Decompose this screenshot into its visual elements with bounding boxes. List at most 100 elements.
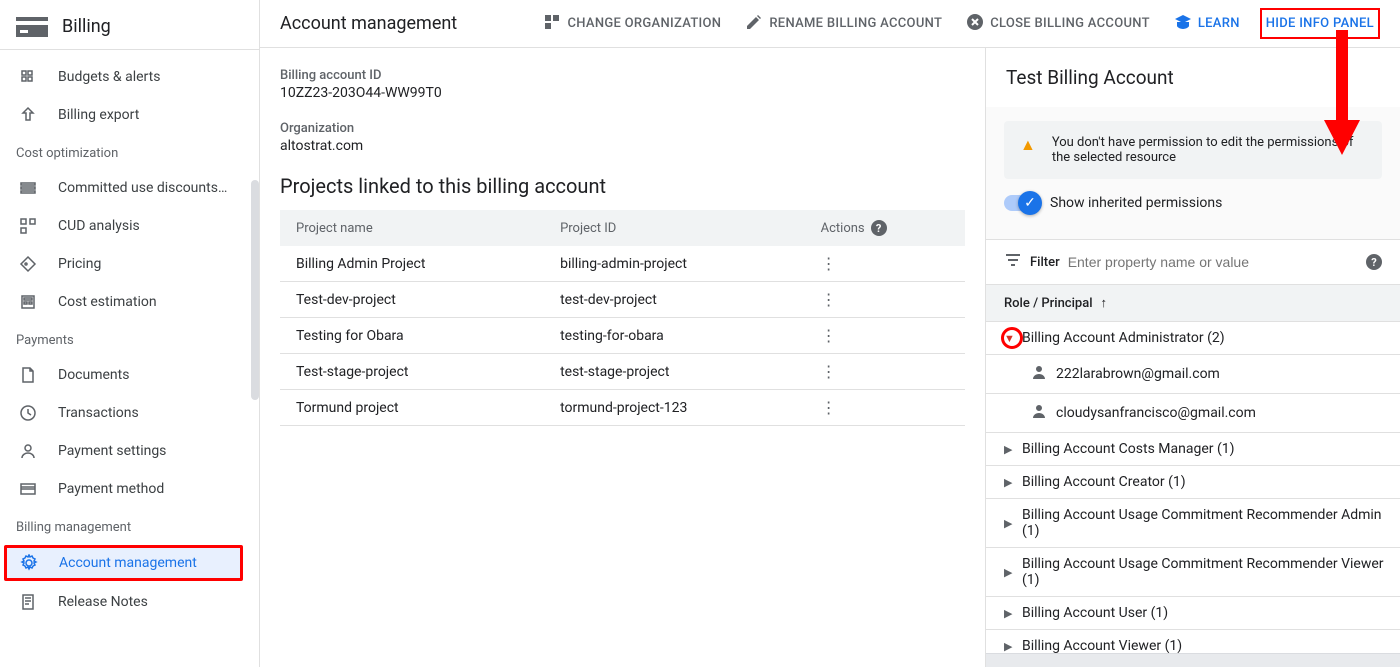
nav-item-transactions[interactable]: Transactions <box>0 394 259 432</box>
person-icon <box>16 442 40 460</box>
nav-item-cud-analysis[interactable]: CUD analysis <box>0 207 259 245</box>
export-icon <box>16 106 40 124</box>
organization-icon <box>543 13 561 35</box>
role-row[interactable]: ▶Billing Account Usage Commitment Recomm… <box>986 548 1400 597</box>
projects-table: Project name Project ID Actions? Billing… <box>280 210 965 426</box>
project-actions-menu[interactable]: ⋮ <box>821 362 837 381</box>
role-label: Billing Account User (1) <box>1022 605 1168 621</box>
filter-icon[interactable] <box>1004 251 1022 273</box>
pencil-icon <box>745 13 763 35</box>
filter-help-icon[interactable]: ? <box>1366 254 1382 270</box>
project-actions-menu[interactable]: ⋮ <box>821 398 837 417</box>
card-icon <box>16 480 40 498</box>
role-label: Billing Account Viewer (1) <box>1022 638 1182 653</box>
nav-item-billing-export[interactable]: Billing export <box>0 96 259 134</box>
nav-item-label: Pricing <box>58 256 101 272</box>
role-column-header[interactable]: Role / Principal ↑ <box>986 285 1400 322</box>
nav-item-documents[interactable]: Documents <box>0 356 259 394</box>
chevron-right-icon: ▶ <box>1004 607 1022 620</box>
organization-label: Organization <box>280 121 965 136</box>
project-row: Testing for Obaratesting-for-obara⋮ <box>280 318 965 354</box>
learn-button[interactable]: LEARN <box>1174 13 1240 35</box>
project-name: Tormund project <box>280 390 544 426</box>
project-name: Billing Admin Project <box>280 246 544 282</box>
nav-item-payment-method[interactable]: Payment method <box>0 470 259 508</box>
chevron-right-icon: ▶ <box>1004 443 1022 456</box>
clock-icon <box>16 404 40 422</box>
role-label: Billing Account Costs Manager (1) <box>1022 441 1235 457</box>
project-id: test-stage-project <box>544 354 805 390</box>
inherited-permissions-toggle[interactable]: ✓ <box>1004 195 1040 211</box>
doc-icon <box>16 366 40 384</box>
hide-info-panel-label: HIDE INFO PANEL <box>1266 16 1374 31</box>
col-project-name[interactable]: Project name <box>280 210 544 246</box>
role-row[interactable]: ▶Billing Account Costs Manager (1) <box>986 433 1400 466</box>
nav-item-pricing[interactable]: Pricing <box>0 245 259 283</box>
close-circle-icon <box>966 13 984 35</box>
nav-section-billing-management: Billing management <box>0 508 259 543</box>
role-row[interactable]: ▶Billing Account User (1) <box>986 597 1400 630</box>
nav-item-label: Account management <box>59 555 197 571</box>
inherited-permissions-label: Show inherited permissions <box>1050 195 1222 211</box>
annotation-circle <box>1001 327 1023 349</box>
rename-account-button[interactable]: RENAME BILLING ACCOUNT <box>745 13 942 35</box>
main: Account management CHANGE ORGANIZATION R… <box>260 0 1400 667</box>
nav-item-payment-settings[interactable]: Payment settings <box>0 432 259 470</box>
nav-item-account-management[interactable]: Account management <box>4 545 243 581</box>
notes-icon <box>16 593 40 611</box>
project-id: tormund-project-123 <box>544 390 805 426</box>
role-row[interactable]: ▶Billing Account Creator (1) <box>986 466 1400 499</box>
col-project-id[interactable]: Project ID <box>544 210 805 246</box>
nav-item-release-notes[interactable]: Release Notes <box>0 583 259 621</box>
project-row: Billing Admin Projectbilling-admin-proje… <box>280 246 965 282</box>
project-name: Test-dev-project <box>280 282 544 318</box>
project-actions-menu[interactable]: ⋮ <box>821 254 837 273</box>
close-account-button[interactable]: CLOSE BILLING ACCOUNT <box>966 13 1150 35</box>
nav-item-committed-use-discounts-[interactable]: Committed use discounts… <box>0 169 259 207</box>
panel-horizontal-scrollbar[interactable] <box>986 653 1400 667</box>
nav-item-cost-estimation[interactable]: Cost estimation <box>0 283 259 321</box>
role-row[interactable]: ▼Billing Account Administrator (2) <box>986 322 1400 355</box>
change-organization-button[interactable]: CHANGE ORGANIZATION <box>543 13 721 35</box>
project-name: Testing for Obara <box>280 318 544 354</box>
rename-account-label: RENAME BILLING ACCOUNT <box>769 16 942 31</box>
sidebar-title: Billing <box>62 16 111 37</box>
help-icon[interactable]: ? <box>871 220 887 236</box>
project-actions-menu[interactable]: ⋮ <box>821 290 837 309</box>
principal-row[interactable]: cloudysanfrancisco@gmail.com <box>986 394 1400 433</box>
info-panel-title: Test Billing Account <box>986 48 1400 107</box>
project-row: Test-dev-projecttest-dev-project ⋮ <box>280 282 965 318</box>
billing-id-value: 10ZZ23-203O44-WW99T0 <box>280 85 965 101</box>
budgets-icon <box>16 68 40 86</box>
projects-section-title: Projects linked to this billing account <box>280 174 965 198</box>
permission-warning-text: You don't have permission to edit the pe… <box>1052 135 1366 165</box>
role-row[interactable]: ▶Billing Account Viewer (1) <box>986 630 1400 653</box>
chevron-right-icon: ▶ <box>1004 640 1022 653</box>
nav-item-label: Cost estimation <box>58 294 157 310</box>
sidebar-header: Billing <box>0 0 259 50</box>
person-icon <box>1030 363 1048 385</box>
project-id: billing-admin-project <box>544 246 805 282</box>
analysis-icon <box>16 217 40 235</box>
filter-label: Filter <box>1030 255 1060 270</box>
nav-item-label: Documents <box>58 367 129 383</box>
nav-section-payments: Payments <box>0 321 259 356</box>
sidebar-scrollbar[interactable] <box>251 180 259 400</box>
nav-item-label: Payment method <box>58 481 164 497</box>
project-row: Tormund projecttormund-project-123 ⋮ <box>280 390 965 426</box>
role-label: Billing Account Creator (1) <box>1022 474 1186 490</box>
project-id: test-dev-project <box>544 282 805 318</box>
role-label: Billing Account Administrator (2) <box>1022 330 1225 346</box>
role-row[interactable]: ▶Billing Account Usage Commitment Recomm… <box>986 499 1400 548</box>
hide-info-panel-button[interactable]: HIDE INFO PANEL <box>1260 8 1380 39</box>
warning-icon: ▲ <box>1020 135 1036 155</box>
filter-input[interactable] <box>1068 248 1356 276</box>
sidebar-nav: Budgets & alertsBilling exportCost optim… <box>0 50 259 667</box>
principal-row[interactable]: 222larabrown@gmail.com <box>986 355 1400 394</box>
sort-arrow-up-icon: ↑ <box>1101 295 1108 311</box>
nav-item-label: Payment settings <box>58 443 166 459</box>
nav-item-budgets-alerts[interactable]: Budgets & alerts <box>0 58 259 96</box>
person-icon <box>1030 402 1048 424</box>
project-actions-menu[interactable]: ⋮ <box>821 326 837 345</box>
nav-item-label: Budgets & alerts <box>58 69 160 85</box>
